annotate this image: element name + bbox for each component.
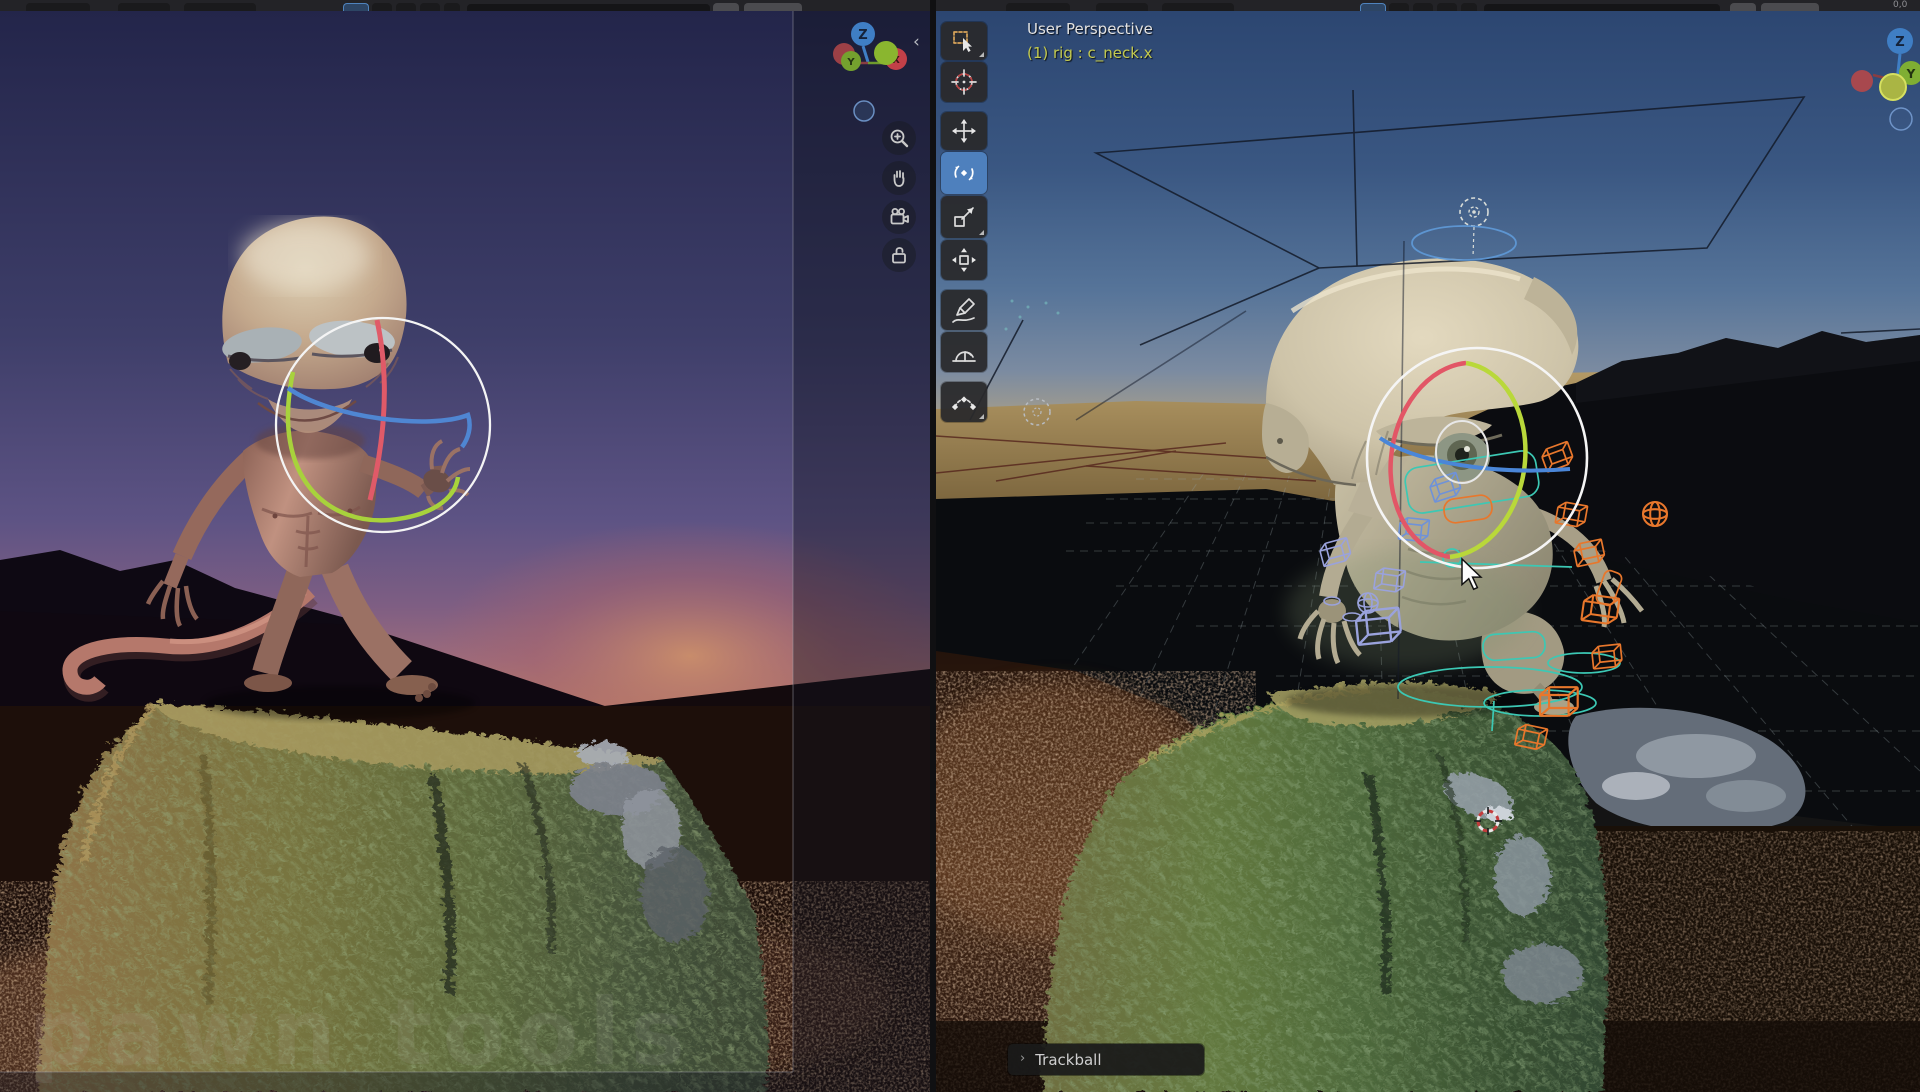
measure-icon [950, 338, 978, 366]
zoom-in-icon [888, 127, 910, 149]
tool-scale[interactable] [941, 196, 987, 238]
lock-open-icon [888, 244, 910, 266]
header-field-sliver[interactable] [467, 4, 710, 11]
header-button-sliver[interactable] [1761, 3, 1819, 11]
right-viewport-axis-gizmo[interactable]: Z Y [1845, 19, 1920, 139]
menu-sliver[interactable] [184, 3, 256, 11]
pan-hand-icon [888, 167, 910, 189]
left-render-scene [0, 11, 930, 1092]
camera-view-icon [888, 206, 910, 228]
menu-sliver[interactable] [1096, 3, 1148, 11]
pose-breakdowner-icon [950, 388, 978, 416]
sidebar-collapse-arrow[interactable]: ‹ [913, 35, 920, 49]
active-mode-button-sliver[interactable] [1360, 3, 1386, 11]
tool-rotate[interactable] [941, 152, 987, 194]
right-viewport-3d[interactable]: User Perspective (1) rig : c_neck.x Z Y … [936, 11, 1920, 1092]
camera-lock-button[interactable] [882, 238, 916, 272]
move-icon [950, 117, 978, 145]
tool-measure[interactable] [941, 332, 987, 372]
watermark-text: pawn tools [28, 979, 748, 1086]
transform-icon [950, 246, 978, 274]
operator-panel-label: Trackball [1035, 1051, 1101, 1069]
menu-sliver[interactable] [118, 3, 170, 11]
pan-button[interactable] [882, 161, 916, 195]
scale-icon [950, 203, 978, 231]
header-button-sliver[interactable] [1461, 3, 1477, 11]
left-header-strip [0, 0, 930, 11]
tool-move[interactable] [941, 112, 987, 150]
tool-tweak-select[interactable] [941, 22, 987, 60]
tool-shelf [939, 22, 989, 424]
menu-sliver[interactable] [1006, 3, 1070, 11]
operator-panel-trackball[interactable]: › Trackball [1008, 1044, 1204, 1075]
expand-chevron-icon[interactable]: › [1020, 1051, 1025, 1066]
left-viewport-axis-gizmo[interactable]: Z Y X [820, 12, 924, 134]
header-button-sliver[interactable] [372, 3, 392, 11]
active-mode-button-sliver[interactable] [343, 3, 369, 11]
tweak-select-icon [950, 27, 978, 55]
header-corner-readout: 0,0 [1893, 0, 1907, 10]
menu-sliver[interactable] [26, 3, 90, 11]
view-perspective-label: User Perspective [1027, 20, 1153, 38]
camera-view-button[interactable] [882, 200, 916, 234]
header-button-sliver[interactable] [1437, 3, 1457, 11]
active-bone-label: (1) rig : c_neck.x [1027, 44, 1153, 62]
axis-y-label: Y [1906, 67, 1916, 81]
right-header-strip [936, 0, 1920, 11]
left-viewport-camera-render[interactable]: Z Y X ‹ [0, 11, 930, 1092]
annotate-icon [950, 296, 978, 324]
cursor-icon [950, 68, 978, 96]
tool-pose-breakdowner[interactable] [941, 382, 987, 422]
axis-z-label: Z [858, 28, 867, 43]
header-button-sliver[interactable] [1389, 3, 1409, 11]
header-button-sliver[interactable] [420, 3, 440, 11]
axis-z-label: Z [1895, 35, 1904, 50]
header-button-sliver[interactable] [1730, 3, 1756, 11]
menu-sliver[interactable] [1162, 3, 1234, 11]
header-button-sliver[interactable] [444, 3, 460, 11]
tool-annotate[interactable] [941, 290, 987, 330]
right-viewport-scene [936, 11, 1920, 1092]
header-button-sliver[interactable] [744, 3, 802, 11]
header-button-sliver[interactable] [713, 3, 739, 11]
blender-dual-viewport-capture: Z Y X ‹ [0, 0, 1920, 1092]
axis-y-label: Y [846, 57, 855, 68]
tool-transform[interactable] [941, 240, 987, 280]
header-field-sliver[interactable] [1484, 4, 1720, 11]
rotate-icon [950, 159, 978, 187]
tool-cursor[interactable] [941, 62, 987, 102]
header-button-sliver[interactable] [396, 3, 416, 11]
zoom-button[interactable] [882, 121, 916, 155]
header-button-sliver[interactable] [1413, 3, 1433, 11]
